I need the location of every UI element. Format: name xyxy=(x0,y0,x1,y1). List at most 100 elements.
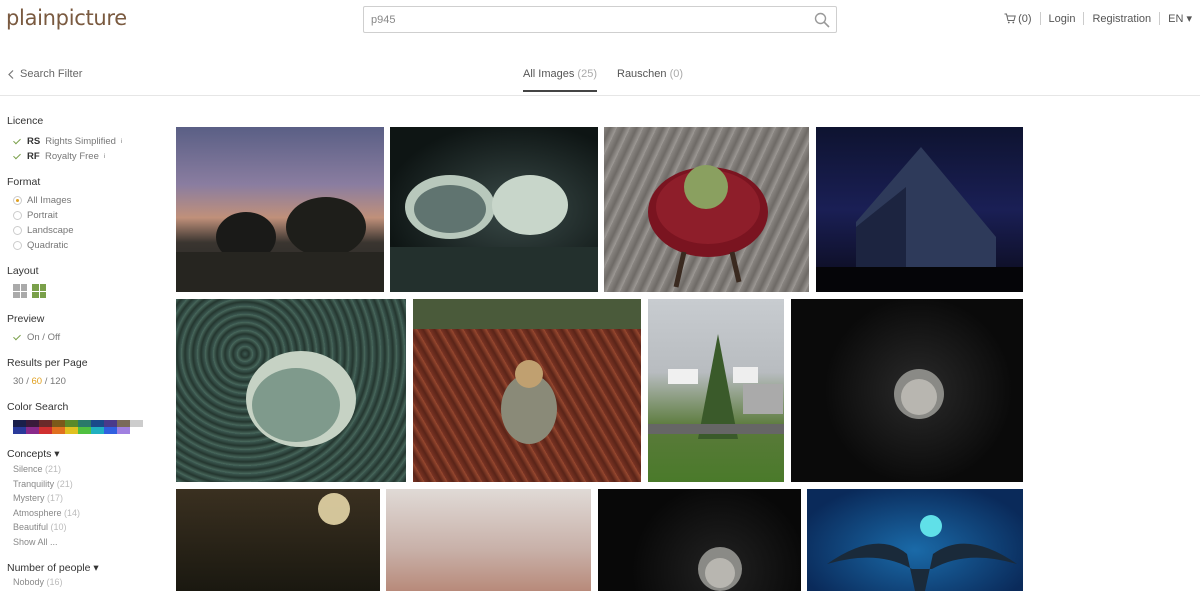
licence-code: RS xyxy=(27,136,41,147)
format-landscape[interactable]: Landscape xyxy=(13,225,73,236)
image-thumbnail[interactable] xyxy=(807,489,1023,591)
checkbox-checked-icon[interactable] xyxy=(13,333,22,342)
radio-selected-icon[interactable] xyxy=(13,196,22,205)
layout-options xyxy=(13,284,46,298)
format-label: Landscape xyxy=(27,225,74,236)
color-swatch[interactable] xyxy=(65,420,78,427)
format-label: All Images xyxy=(27,195,72,206)
results-separator: / xyxy=(23,376,32,387)
preview-toggle[interactable]: On / Off xyxy=(13,332,60,343)
concept-item[interactable]: Atmosphere (14) xyxy=(13,508,80,518)
child-ferns-image xyxy=(413,299,641,444)
concept-count: (17) xyxy=(47,493,64,503)
cart-link[interactable]: (0) xyxy=(1004,13,1032,25)
language-selector[interactable]: EN ▾ xyxy=(1168,12,1192,25)
image-thumbnail[interactable] xyxy=(816,127,1023,292)
image-thumbnail[interactable] xyxy=(791,299,1023,482)
color-swatch[interactable] xyxy=(104,427,117,434)
results-120[interactable]: 120 xyxy=(50,376,66,387)
image-thumbnail[interactable] xyxy=(176,489,380,591)
chevron-left-icon xyxy=(8,69,14,79)
licence-rs[interactable]: RS Rights Simplified i xyxy=(13,136,122,147)
checkbox-checked-icon[interactable] xyxy=(13,152,22,161)
stool-melon-image xyxy=(648,165,768,288)
color-swatch[interactable] xyxy=(104,420,117,427)
color-swatch[interactable] xyxy=(117,427,130,434)
results-60[interactable]: 60 xyxy=(32,376,43,387)
color-swatch[interactable] xyxy=(52,427,65,434)
search-input[interactable] xyxy=(364,7,794,32)
color-swatch[interactable] xyxy=(65,427,78,434)
image-thumbnail[interactable] xyxy=(604,127,809,292)
color-swatch[interactable] xyxy=(78,420,91,427)
checkbox-checked-icon[interactable] xyxy=(13,137,22,146)
results-options: 30 / 60 / 120 xyxy=(13,376,66,387)
format-all-images[interactable]: All Images xyxy=(13,195,71,206)
concept-item[interactable]: Mystery (17) xyxy=(13,493,63,503)
top-nav: (0) Login Registration EN ▾ xyxy=(1004,12,1192,25)
show-all-link[interactable]: Show All ... xyxy=(13,537,58,547)
concept-count: (21) xyxy=(45,464,62,474)
color-swatch[interactable] xyxy=(130,427,143,434)
mosaic-layout-icon[interactable] xyxy=(32,284,46,298)
licence-rf[interactable]: RF Royalty Free i xyxy=(13,151,105,162)
color-swatch[interactable] xyxy=(117,420,130,427)
search-filter-toggle[interactable]: Search Filter xyxy=(8,68,82,80)
tab-all-images[interactable]: All Images (25) xyxy=(523,68,597,92)
people-title[interactable]: Number of people ▾ xyxy=(7,562,99,574)
divider xyxy=(1083,12,1085,25)
radio-icon[interactable] xyxy=(13,226,22,235)
search-filter-label: Search Filter xyxy=(20,68,83,80)
radio-icon[interactable] xyxy=(13,211,22,220)
logo[interactable]: plainpicture xyxy=(6,6,127,30)
header: plainpicture (0) Login Registration EN ▾ xyxy=(0,0,1200,40)
format-quadratic[interactable]: Quadratic xyxy=(13,240,68,251)
color-swatch[interactable] xyxy=(13,427,26,434)
color-swatch[interactable] xyxy=(91,427,104,434)
color-swatch[interactable] xyxy=(39,427,52,434)
grid-layout-icon[interactable] xyxy=(13,284,27,298)
info-icon[interactable]: i xyxy=(121,139,122,145)
people-label: Nobody xyxy=(13,577,45,587)
concept-count: (10) xyxy=(50,522,67,532)
image-thumbnail[interactable] xyxy=(176,127,384,292)
color-swatches[interactable] xyxy=(13,420,143,434)
image-thumbnail[interactable] xyxy=(598,489,801,591)
concept-item[interactable]: Beautiful (10) xyxy=(13,522,67,532)
concept-item[interactable]: Tranquility (21) xyxy=(13,479,73,489)
tab-label: Rauschen xyxy=(617,68,667,80)
tab-label: All Images xyxy=(523,68,575,80)
color-swatch[interactable] xyxy=(91,420,104,427)
concepts-title[interactable]: Concepts ▾ xyxy=(7,448,60,460)
image-thumbnail[interactable] xyxy=(386,489,591,591)
divider xyxy=(1039,12,1041,25)
image-thumbnail[interactable] xyxy=(648,299,784,482)
tab-rauschen[interactable]: Rauschen (0) xyxy=(617,68,683,80)
search-icon[interactable] xyxy=(814,12,830,28)
image-thumbnail[interactable] xyxy=(390,127,598,292)
radio-icon[interactable] xyxy=(13,241,22,250)
info-icon[interactable]: i xyxy=(104,154,105,160)
color-swatch[interactable] xyxy=(26,427,39,434)
color-swatch[interactable] xyxy=(26,420,39,427)
results-30[interactable]: 30 xyxy=(13,376,24,387)
sunset-landscape-image xyxy=(176,197,384,292)
format-portrait[interactable]: Portrait xyxy=(13,210,58,221)
image-thumbnail[interactable] xyxy=(413,299,641,482)
color-swatch[interactable] xyxy=(130,420,143,427)
people-item[interactable]: Nobody (16) xyxy=(13,577,63,587)
search-box[interactable] xyxy=(363,6,837,33)
results-separator: / xyxy=(42,376,50,387)
color-swatch[interactable] xyxy=(78,427,91,434)
color-swatch[interactable] xyxy=(13,420,26,427)
login-link[interactable]: Login xyxy=(1049,13,1076,25)
registration-link[interactable]: Registration xyxy=(1092,13,1151,25)
format-label: Portrait xyxy=(27,210,58,221)
color-swatch[interactable] xyxy=(39,420,52,427)
preview-title: Preview xyxy=(7,313,45,325)
concept-item[interactable]: Silence (21) xyxy=(13,464,61,474)
image-thumbnail[interactable] xyxy=(176,299,406,482)
child-dark-image xyxy=(894,369,944,419)
color-swatch[interactable] xyxy=(52,420,65,427)
forest-sun-image xyxy=(318,493,350,525)
